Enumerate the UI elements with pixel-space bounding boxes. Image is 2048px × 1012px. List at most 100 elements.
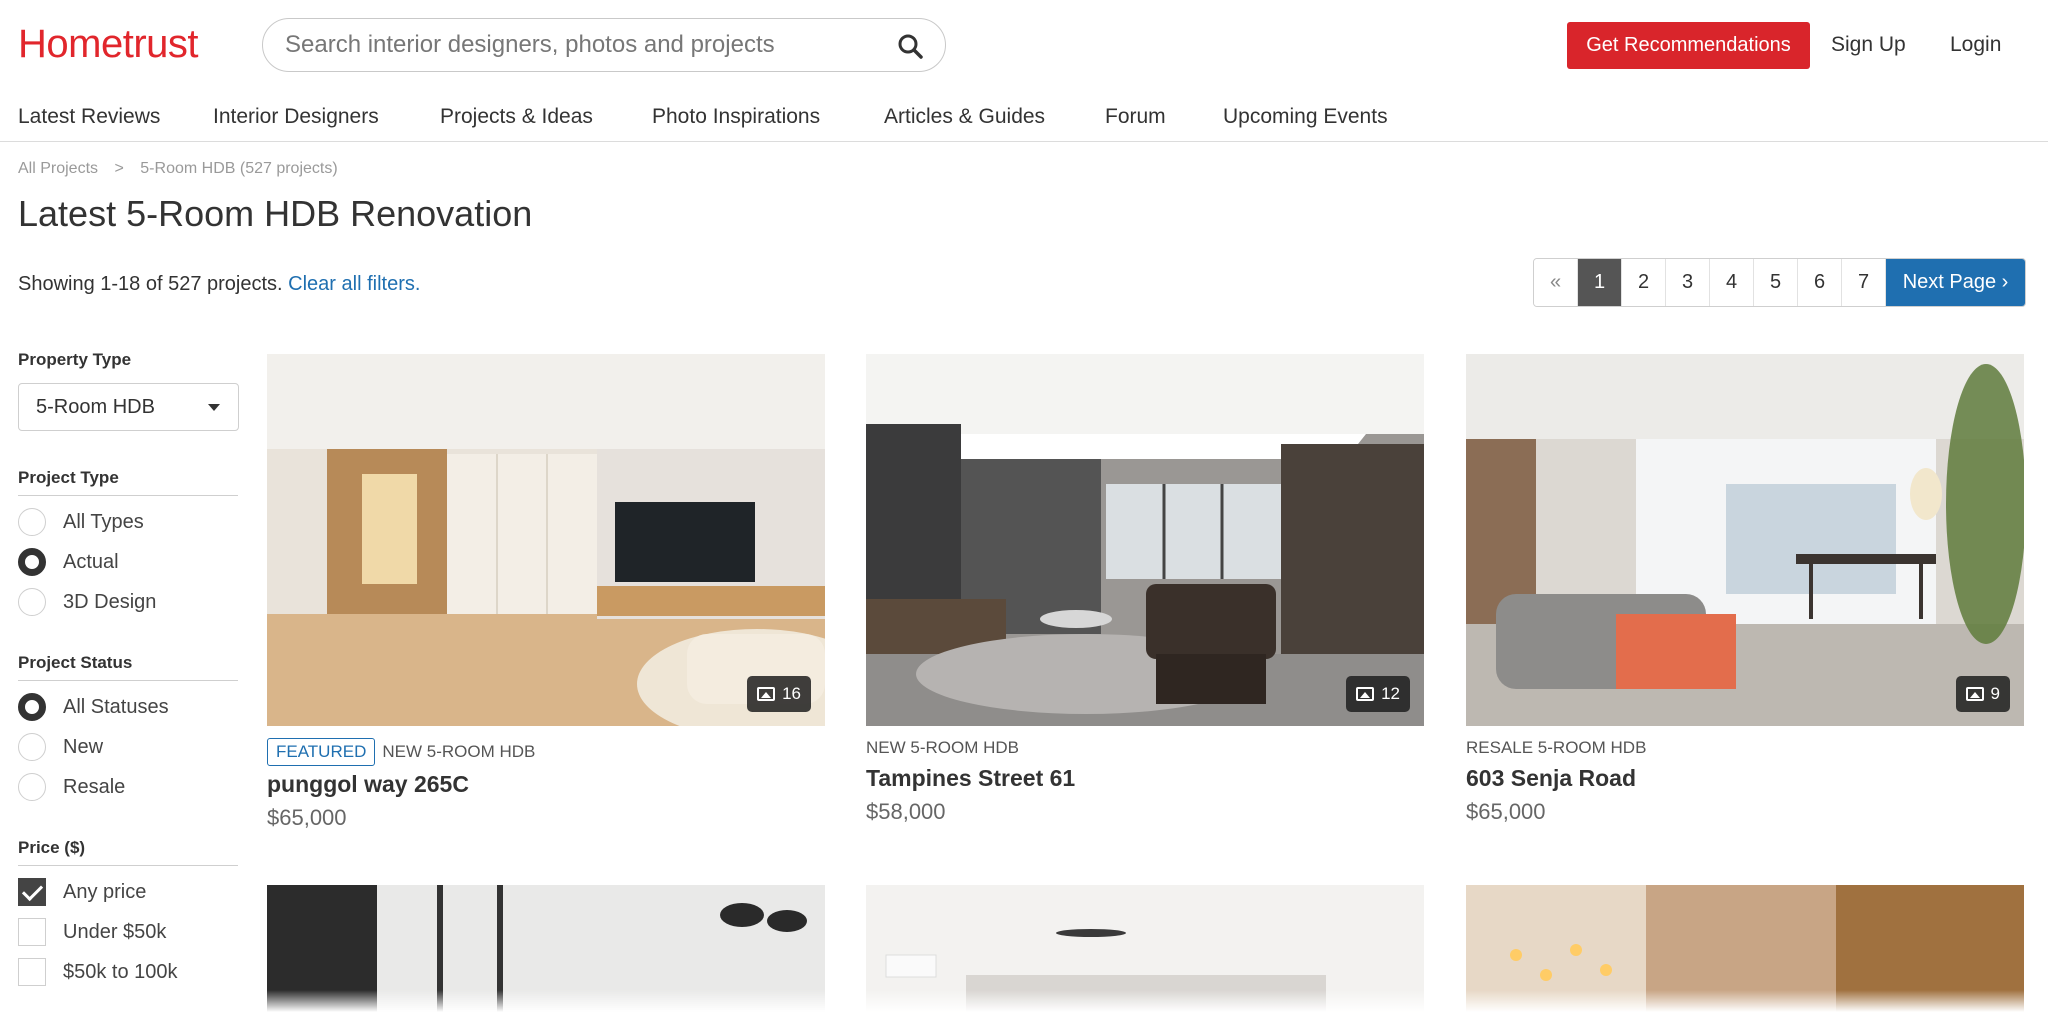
- image-icon: [1356, 687, 1375, 701]
- option-label: Any price: [63, 880, 147, 903]
- status-option-new[interactable]: New: [18, 732, 103, 762]
- checkbox[interactable]: [18, 958, 46, 986]
- filter-title-project-type: Project Type: [18, 468, 119, 487]
- photo-count-badge: 9: [1955, 676, 2010, 712]
- breadcrumb-separator: >: [114, 160, 124, 177]
- price-option-any[interactable]: Any price: [18, 877, 146, 907]
- divider: [18, 495, 238, 496]
- option-label: Under $50k: [63, 920, 167, 943]
- option-label: All Types: [63, 510, 144, 533]
- option-label: Resale: [63, 775, 126, 798]
- project-card-1-title[interactable]: punggol way 265C: [267, 771, 469, 798]
- main-nav: Latest Reviews Interior Designers Projec…: [0, 92, 2048, 142]
- nav-latest-reviews[interactable]: Latest Reviews: [18, 105, 160, 129]
- viewport-fade: [0, 990, 2048, 1012]
- pagination-page-7[interactable]: 7: [1842, 259, 1886, 306]
- option-label: All Statuses: [63, 695, 169, 718]
- site-header: Hometrust Get Recommendations Sign Up Lo…: [0, 0, 2048, 92]
- nav-forum[interactable]: Forum: [1105, 105, 1166, 129]
- breadcrumb: All Projects > 5-Room HDB (527 projects): [18, 160, 338, 178]
- photo-count: 16: [782, 684, 801, 703]
- photo-count: 9: [1990, 684, 2000, 703]
- option-label: 3D Design: [63, 590, 157, 613]
- radio-button[interactable]: [18, 773, 46, 801]
- breadcrumb-current: 5-Room HDB (527 projects): [140, 160, 338, 177]
- living-room-photo: [866, 354, 1424, 726]
- pagination-page-3[interactable]: 3: [1666, 259, 1710, 306]
- project-card-2-price: $58,000: [866, 799, 946, 824]
- pagination: « 1 2 3 4 5 6 7 Next Page ›: [1533, 258, 2026, 307]
- project-card-3-price: $65,000: [1466, 799, 1546, 824]
- checkbox-checked[interactable]: [18, 878, 46, 906]
- image-icon: [1965, 687, 1984, 701]
- radio-button[interactable]: [18, 508, 46, 536]
- property-type-value: 5-Room HDB: [36, 395, 155, 418]
- project-card-3-photo[interactable]: 9: [1466, 354, 2024, 726]
- living-room-photo: [1466, 354, 2024, 726]
- clear-filters-link[interactable]: Clear all filters.: [288, 273, 420, 295]
- price-option-50k-100k[interactable]: $50k to 100k: [18, 957, 178, 987]
- logo-text: Hometrust: [18, 22, 199, 66]
- results-summary: Showing 1-18 of 527 projects. Clear all …: [18, 273, 420, 296]
- featured-badge: FEATURED: [267, 738, 376, 766]
- nav-projects-ideas[interactable]: Projects & Ideas: [440, 105, 593, 129]
- living-room-photo: [267, 354, 825, 726]
- project-category: RESALE 5-ROOM HDB: [1466, 738, 1647, 757]
- project-type-option-actual[interactable]: Actual: [18, 547, 119, 577]
- pagination-page-6[interactable]: 6: [1798, 259, 1842, 306]
- nav-articles-guides[interactable]: Articles & Guides: [884, 105, 1045, 129]
- filter-title-property-type: Property Type: [18, 350, 132, 369]
- status-option-resale[interactable]: Resale: [18, 772, 125, 802]
- nav-interior-designers[interactable]: Interior Designers: [213, 105, 379, 129]
- get-recommendations-button[interactable]: Get Recommendations: [1567, 22, 1810, 69]
- project-card-2-photo[interactable]: 12: [866, 354, 1424, 726]
- photo-count: 12: [1381, 684, 1400, 703]
- project-type-option-all[interactable]: All Types: [18, 507, 144, 537]
- hometrust-logo[interactable]: Hometrust: [18, 22, 199, 67]
- sign-up-link[interactable]: Sign Up: [1831, 33, 1906, 57]
- nav-upcoming-events[interactable]: Upcoming Events: [1223, 105, 1388, 129]
- radio-button[interactable]: [18, 588, 46, 616]
- project-card-3-title[interactable]: 603 Senja Road: [1466, 765, 1636, 792]
- login-link[interactable]: Login: [1950, 33, 2001, 57]
- divider: [18, 680, 238, 681]
- radio-button[interactable]: [18, 733, 46, 761]
- next-page-button[interactable]: Next Page ›: [1886, 259, 2025, 306]
- pagination-prev[interactable]: «: [1534, 259, 1578, 306]
- nav-photo-inspirations[interactable]: Photo Inspirations: [652, 105, 820, 129]
- status-option-all[interactable]: All Statuses: [18, 692, 169, 722]
- filter-title-price: Price ($): [18, 838, 86, 857]
- price-option-under-50k[interactable]: Under $50k: [18, 917, 166, 947]
- project-card-1-photo[interactable]: 16: [267, 354, 825, 726]
- pagination-page-1[interactable]: 1: [1578, 259, 1622, 306]
- option-label: $50k to 100k: [63, 960, 178, 983]
- project-card-2-title[interactable]: Tampines Street 61: [866, 765, 1075, 792]
- search-icon[interactable]: [897, 33, 923, 59]
- property-type-select[interactable]: 5-Room HDB: [18, 383, 239, 431]
- results-count-text: Showing 1-18 of 527 projects.: [18, 273, 283, 295]
- filter-title-project-status: Project Status: [18, 653, 133, 672]
- project-card-3-meta: RESALE 5-ROOM HDB: [1466, 738, 1646, 758]
- pagination-page-2[interactable]: 2: [1622, 259, 1666, 306]
- project-type-option-3d[interactable]: 3D Design: [18, 587, 156, 617]
- project-category: NEW 5-ROOM HDB: [866, 738, 1019, 757]
- divider: [18, 865, 238, 866]
- pagination-page-5[interactable]: 5: [1754, 259, 1798, 306]
- option-label: Actual: [63, 550, 119, 573]
- project-card-1-price: $65,000: [267, 805, 347, 830]
- search-bar[interactable]: [262, 18, 946, 72]
- project-card-1-meta: FEATURED NEW 5-ROOM HDB: [267, 738, 535, 766]
- project-card-2-meta: NEW 5-ROOM HDB: [866, 738, 1019, 758]
- breadcrumb-all-projects[interactable]: All Projects: [18, 160, 98, 177]
- radio-button-checked[interactable]: [18, 693, 46, 721]
- photo-count-badge: 12: [1346, 676, 1410, 712]
- checkbox[interactable]: [18, 918, 46, 946]
- caret-down-icon: [208, 404, 220, 411]
- search-input[interactable]: [285, 31, 875, 59]
- photo-count-badge: 16: [747, 676, 811, 712]
- image-icon: [757, 687, 776, 701]
- pagination-page-4[interactable]: 4: [1710, 259, 1754, 306]
- option-label: New: [63, 735, 104, 758]
- radio-button-checked[interactable]: [18, 548, 46, 576]
- page-title: Latest 5-Room HDB Renovation: [18, 193, 533, 234]
